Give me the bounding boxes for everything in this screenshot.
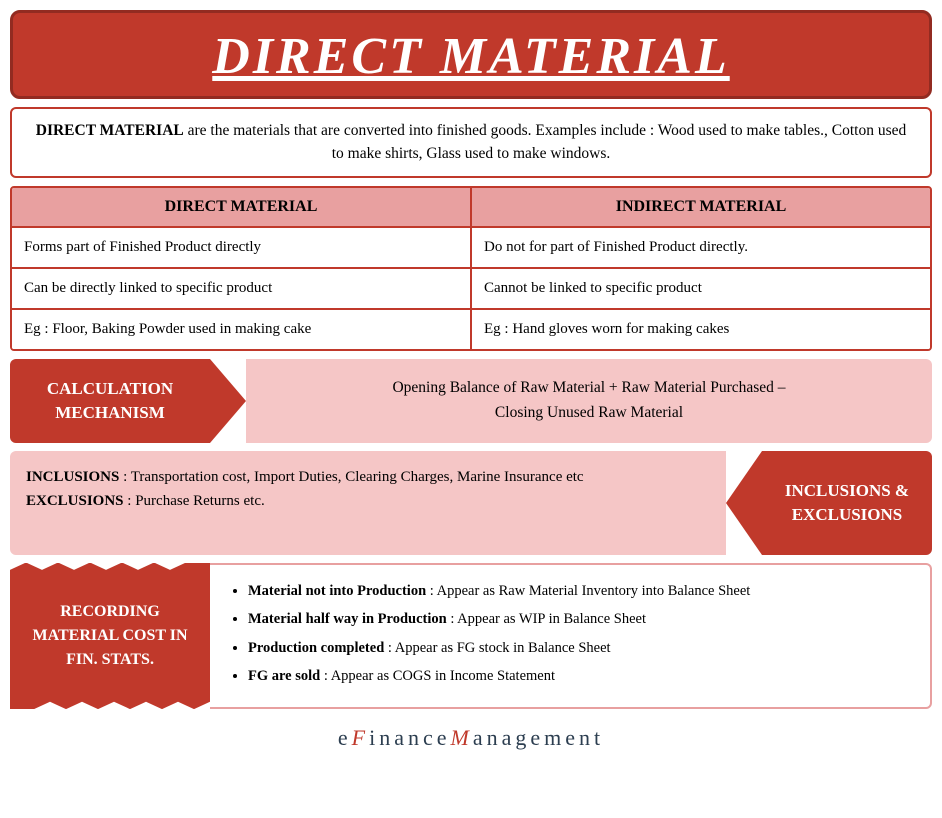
row1-direct: Forms part of Finished Product directly bbox=[12, 228, 472, 267]
inclusions-exclusions-label-text: INCLUSIONS &EXCLUSIONS bbox=[785, 479, 909, 527]
exclusions-bold: EXCLUSIONS bbox=[26, 493, 124, 509]
calculation-label-text: CALCULATIONMECHANISM bbox=[47, 377, 173, 425]
main-container: DIRECT MATERIAL DIRECT MATERIAL are the … bbox=[0, 0, 942, 765]
footer: eFinanceManagement bbox=[10, 717, 932, 755]
footer-t: t bbox=[594, 725, 604, 750]
calculation-row: CALCULATIONMECHANISM Opening Balance of … bbox=[10, 359, 932, 443]
recording-label: RECORDINGMATERIAL COST INFIN. STATS. bbox=[10, 563, 210, 710]
inclusions-text: : Transportation cost, Import Duties, Cl… bbox=[119, 469, 583, 485]
footer-m: m bbox=[544, 725, 565, 750]
definition-box: DIRECT MATERIAL are the materials that a… bbox=[10, 107, 932, 178]
footer-i: i bbox=[369, 725, 379, 750]
main-title: DIRECT MATERIAL bbox=[23, 27, 919, 86]
footer-a: a bbox=[394, 725, 408, 750]
footer-c: c bbox=[423, 725, 437, 750]
footer-F: F bbox=[352, 725, 369, 750]
inclusions-exclusions-arrow bbox=[726, 451, 762, 555]
inclusions-bold: INCLUSIONS bbox=[26, 469, 119, 485]
footer-n4: n bbox=[579, 725, 594, 750]
recording-item-4: FG are sold : Appear as COGS in Income S… bbox=[248, 664, 910, 689]
row3-indirect: Eg : Hand gloves worn for making cakes bbox=[472, 310, 930, 349]
footer-e3: e bbox=[530, 725, 544, 750]
footer-M: M bbox=[451, 725, 473, 750]
recording-row: RECORDINGMATERIAL COST INFIN. STATS. Mat… bbox=[10, 563, 932, 710]
inclusions-exclusions-label: INCLUSIONS &EXCLUSIONS bbox=[762, 451, 932, 555]
exclusions-text: : Purchase Returns etc. bbox=[124, 493, 265, 509]
footer-a3: a bbox=[502, 725, 516, 750]
comparison-row-1: Forms part of Finished Product directly … bbox=[12, 226, 930, 267]
calculation-label: CALCULATIONMECHANISM bbox=[10, 359, 210, 443]
footer-n3: n bbox=[487, 725, 502, 750]
footer-g: g bbox=[515, 725, 530, 750]
calculation-content: Opening Balance of Raw Material + Raw Ma… bbox=[246, 359, 932, 443]
inclusions-exclusions-row: INCLUSIONS : Transportation cost, Import… bbox=[10, 451, 932, 555]
comparison-table: DIRECT MATERIAL INDIRECT MATERIAL Forms … bbox=[10, 186, 932, 351]
row3-direct: Eg : Floor, Baking Powder used in making… bbox=[12, 310, 472, 349]
recording-item-1: Material not into Production : Appear as… bbox=[248, 579, 910, 604]
row2-indirect: Cannot be linked to specific product bbox=[472, 269, 930, 308]
comparison-header: DIRECT MATERIAL INDIRECT MATERIAL bbox=[12, 188, 930, 226]
row2-direct: Can be directly linked to specific produ… bbox=[12, 269, 472, 308]
row1-indirect: Do not for part of Finished Product dire… bbox=[472, 228, 930, 267]
calculation-arrow bbox=[210, 359, 246, 443]
inclusions-exclusions-content: INCLUSIONS : Transportation cost, Import… bbox=[10, 451, 726, 555]
col-header-direct: DIRECT MATERIAL bbox=[12, 188, 472, 226]
footer-n1: n bbox=[379, 725, 394, 750]
comparison-row-2: Can be directly linked to specific produ… bbox=[12, 267, 930, 308]
definition-text: are the materials that are converted int… bbox=[184, 122, 906, 162]
recording-content: Material not into Production : Appear as… bbox=[210, 563, 932, 710]
footer-n2: n bbox=[408, 725, 423, 750]
footer-e4: e bbox=[565, 725, 579, 750]
definition-bold: DIRECT MATERIAL bbox=[36, 122, 184, 139]
title-box: DIRECT MATERIAL bbox=[10, 10, 932, 99]
comparison-row-3: Eg : Floor, Baking Powder used in making… bbox=[12, 308, 930, 349]
footer-a2: a bbox=[473, 725, 487, 750]
col-header-indirect: INDIRECT MATERIAL bbox=[472, 188, 930, 226]
recording-item-2: Material half way in Production : Appear… bbox=[248, 607, 910, 632]
footer-e: e bbox=[338, 725, 352, 750]
recording-label-text: RECORDINGMATERIAL COST INFIN. STATS. bbox=[33, 600, 188, 672]
recording-list: Material not into Production : Appear as… bbox=[230, 579, 910, 690]
footer-e2: e bbox=[437, 725, 451, 750]
recording-item-3: Production completed : Appear as FG stoc… bbox=[248, 636, 910, 661]
